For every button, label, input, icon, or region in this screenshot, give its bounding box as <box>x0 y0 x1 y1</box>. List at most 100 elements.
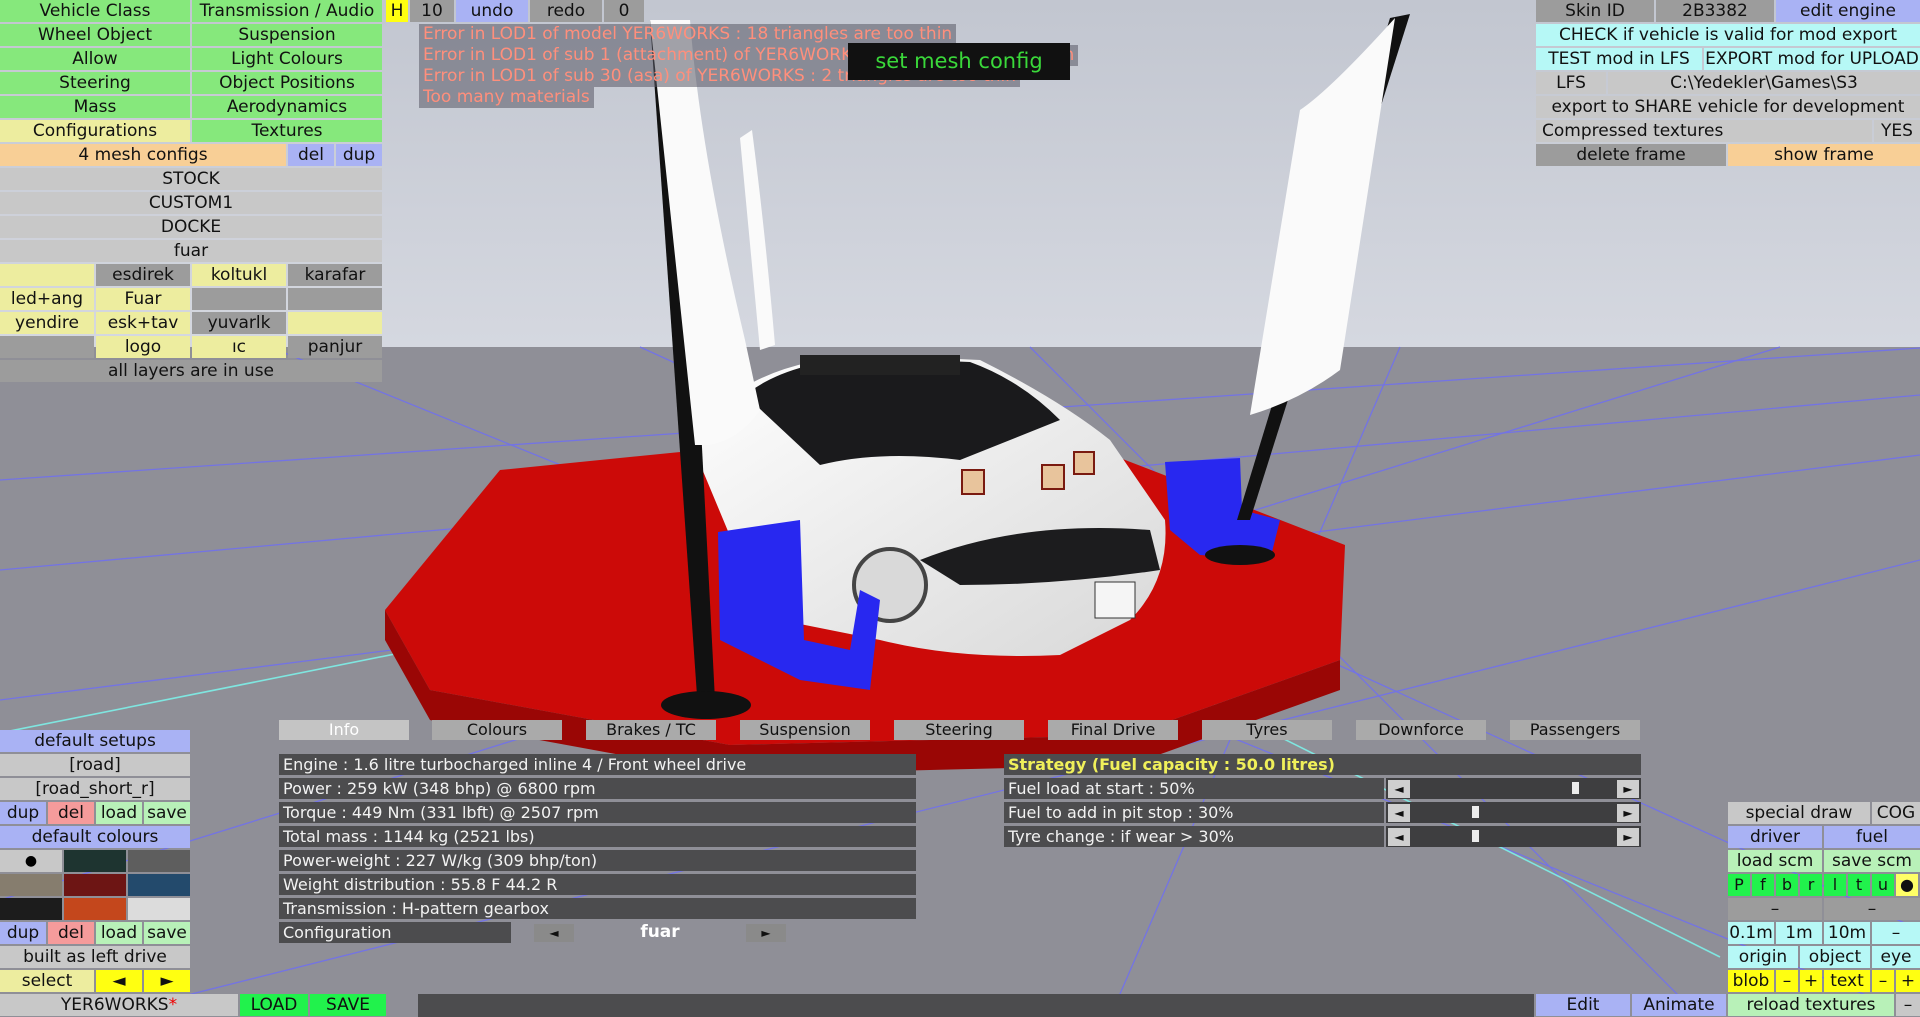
layer-button[interactable]: yendire <box>0 312 94 334</box>
view-toggle-l[interactable]: l <box>1824 874 1846 896</box>
driver-button[interactable]: driver <box>1728 826 1822 848</box>
colour-save-button[interactable]: save <box>144 922 190 944</box>
select-left-button[interactable]: ◄ <box>96 970 142 992</box>
tab-steering[interactable]: Steering <box>0 72 190 94</box>
tab-colours[interactable]: Colours <box>432 720 562 740</box>
tab-vehicle-class[interactable]: Vehicle Class <box>0 0 190 22</box>
load-button[interactable]: LOAD <box>240 994 308 1016</box>
view-toggle-b[interactable]: b <box>1776 874 1798 896</box>
tab-suspension[interactable]: Suspension <box>740 720 870 740</box>
mesh-config-item[interactable]: STOCK <box>0 168 382 190</box>
step-10m-button[interactable]: 10m <box>1824 922 1870 944</box>
dash-button[interactable]: – <box>1824 898 1920 920</box>
mesh-config-item-selected[interactable]: fuar <box>0 240 382 262</box>
slider-thumb[interactable] <box>1472 806 1479 818</box>
built-as-left-drive[interactable]: built as left drive <box>0 946 190 968</box>
layer-button[interactable] <box>0 336 94 358</box>
animate-button[interactable]: Animate <box>1632 994 1726 1016</box>
compressed-textures-toggle[interactable]: YES <box>1874 120 1920 142</box>
layer-button[interactable]: esdirek <box>96 264 190 286</box>
colour-swatch[interactable] <box>0 898 62 920</box>
view-toggle-p[interactable]: P <box>1728 874 1750 896</box>
config-next-button[interactable]: ► <box>746 924 786 942</box>
export-mod-button[interactable]: EXPORT mod for UPLOAD <box>1704 48 1920 70</box>
tab-info[interactable]: Info <box>279 720 409 740</box>
cog-button[interactable]: COG <box>1872 802 1920 824</box>
tab-final-drive[interactable]: Final Drive <box>1048 720 1178 740</box>
pit-fuel-slider[interactable] <box>1386 802 1641 823</box>
undo-button[interactable]: undo <box>456 0 528 22</box>
setup-item[interactable]: [road_short_r] <box>0 778 190 800</box>
config-prev-button[interactable]: ◄ <box>534 924 574 942</box>
view-toggle-r[interactable]: r <box>1800 874 1822 896</box>
layer-button[interactable]: koltukl <box>192 264 286 286</box>
tab-aerodynamics[interactable]: Aerodynamics <box>192 96 382 118</box>
colour-swatch[interactable] <box>64 874 126 896</box>
lfs-path[interactable]: C:\Yedekler\Games\S3 <box>1608 72 1920 94</box>
slider-left-arrow[interactable]: ◄ <box>1388 780 1410 798</box>
save-scm-button[interactable]: save scm <box>1824 850 1920 872</box>
layer-button[interactable] <box>0 264 94 286</box>
colour-swatch[interactable] <box>128 898 190 920</box>
fuel-button[interactable]: fuel <box>1824 826 1920 848</box>
tab-light-colours[interactable]: Light Colours <box>192 48 382 70</box>
setup-item[interactable]: [road] <box>0 754 190 776</box>
edit-engine-button[interactable]: edit engine <box>1776 0 1920 22</box>
view-toggle-f[interactable]: f <box>1752 874 1774 896</box>
colour-swatch[interactable] <box>64 850 126 872</box>
step-minus-button[interactable]: – <box>1872 922 1920 944</box>
slider-right-arrow[interactable]: ► <box>1617 780 1639 798</box>
setup-save-button[interactable]: save <box>144 802 190 824</box>
export-share-button[interactable]: export to SHARE vehicle for development <box>1536 96 1920 118</box>
layer-button[interactable]: karafar <box>288 264 382 286</box>
setup-dup-button[interactable]: dup <box>0 802 46 824</box>
tab-allow[interactable]: Allow <box>0 48 190 70</box>
fuel-start-slider[interactable] <box>1386 778 1641 799</box>
tab-transmission-audio[interactable]: Transmission / Audio <box>192 0 382 22</box>
show-frame-button[interactable]: show frame <box>1728 144 1920 166</box>
slider-left-arrow[interactable]: ◄ <box>1388 804 1410 822</box>
save-button[interactable]: SAVE <box>310 994 386 1016</box>
minimize-button[interactable]: – <box>1896 994 1920 1016</box>
blob-minus-button[interactable]: – <box>1776 970 1798 992</box>
blob-button[interactable]: blob <box>1728 970 1774 992</box>
layer-button[interactable]: Fuar <box>96 288 190 310</box>
layer-button[interactable]: led+ang <box>0 288 94 310</box>
test-mod-button[interactable]: TEST mod in LFS <box>1536 48 1702 70</box>
tab-object-positions[interactable]: Object Positions <box>192 72 382 94</box>
edit-button[interactable]: Edit <box>1536 994 1630 1016</box>
layer-button[interactable]: logo <box>96 336 190 358</box>
redo-button[interactable]: redo <box>530 0 602 22</box>
slider-right-arrow[interactable]: ► <box>1617 828 1639 846</box>
reload-textures-button[interactable]: reload textures <box>1728 994 1894 1016</box>
tab-steering[interactable]: Steering <box>894 720 1024 740</box>
layer-button[interactable] <box>288 312 382 334</box>
origin-button[interactable]: origin <box>1728 946 1798 968</box>
mesh-config-del-button[interactable]: del <box>288 144 334 166</box>
h-button[interactable]: H <box>386 0 408 22</box>
setup-load-button[interactable]: load <box>96 802 142 824</box>
tyre-change-slider[interactable] <box>1386 826 1641 847</box>
tab-downforce[interactable]: Downforce <box>1356 720 1486 740</box>
colour-swatch[interactable]: ● <box>0 850 62 872</box>
special-draw-button[interactable]: special draw <box>1728 802 1870 824</box>
layer-button[interactable]: panjur <box>288 336 382 358</box>
colour-dup-button[interactable]: dup <box>0 922 46 944</box>
slider-left-arrow[interactable]: ◄ <box>1388 828 1410 846</box>
object-button[interactable]: object <box>1800 946 1870 968</box>
layer-button[interactable]: yuvarlk <box>192 312 286 334</box>
slider-thumb[interactable] <box>1572 782 1579 794</box>
layer-button[interactable] <box>192 288 286 310</box>
tab-wheel-object[interactable]: Wheel Object <box>0 24 190 46</box>
delete-frame-button[interactable]: delete frame <box>1536 144 1726 166</box>
layer-button[interactable] <box>288 288 382 310</box>
slider-thumb[interactable] <box>1472 830 1479 842</box>
view-toggle-dot[interactable]: ● <box>1896 874 1918 896</box>
view-toggle-u[interactable]: u <box>1872 874 1894 896</box>
tab-suspension[interactable]: Suspension <box>192 24 382 46</box>
tab-brakes-tc[interactable]: Brakes / TC <box>586 720 716 740</box>
colour-swatch[interactable] <box>128 874 190 896</box>
select-right-button[interactable]: ► <box>144 970 190 992</box>
colour-load-button[interactable]: load <box>96 922 142 944</box>
text-plus-button[interactable]: + <box>1896 970 1920 992</box>
